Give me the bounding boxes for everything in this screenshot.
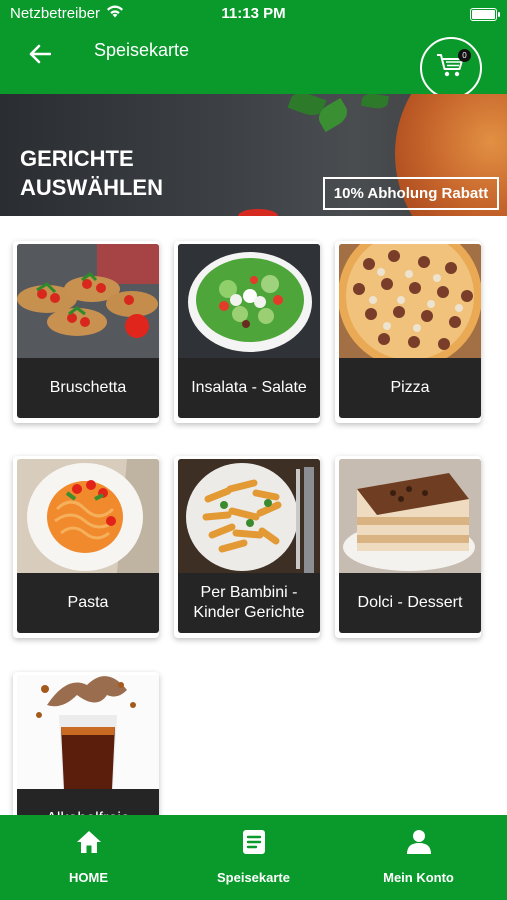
category-label: Per Bambini - Kinder Gerichte [178,573,320,633]
menu-list-icon [169,829,338,857]
tiramisu-image [339,459,481,573]
category-card-insalata[interactable]: Insalata - Salate [174,241,320,423]
app-bar: Speisekarte 0 [0,28,507,99]
nav-mein-konto-label: Mein Konto [383,870,454,885]
nav-speisekarte[interactable]: Speisekarte [169,815,338,900]
bruschetta-image [17,244,159,358]
nav-speisekarte-label: Speisekarte [217,870,290,885]
cart-count-badge: 0 [458,49,471,62]
arrow-left-icon [29,44,52,69]
user-icon [334,829,503,857]
promo-badge: 10% Abholung Rabatt [323,177,499,210]
salad-image [178,244,320,358]
banner-title: GERICHTE AUSWÄHLEN [20,146,163,200]
status-bar: Netzbetreiber 11:13 PM [0,0,507,28]
category-label: Insalata - Salate [178,358,320,418]
penne-image [178,459,320,573]
category-card-pizza[interactable]: Pizza [335,241,481,423]
hero-banner: GERICHTE AUSWÄHLEN 10% Abholung Rabatt [0,94,507,216]
soft-drink-image [17,675,159,789]
bottom-navigation: HOME Speisekarte Mein Konto [0,815,507,900]
category-label: Pizza [339,358,481,418]
category-label: Dolci - Dessert [339,573,481,633]
category-label: Pasta [17,573,159,633]
category-label: Bruschetta [17,358,159,418]
nav-home-label: HOME [69,870,108,885]
category-card-pasta[interactable]: Pasta [13,456,159,638]
pizza-image [339,244,481,358]
pasta-image [17,459,159,573]
category-card-bambini[interactable]: Per Bambini - Kinder Gerichte [174,456,320,638]
status-time: 11:13 PM [221,5,286,22]
back-button[interactable] [22,38,58,74]
cart-button[interactable]: 0 [420,37,482,99]
banner-herb-image [360,94,390,111]
category-card-bruschetta[interactable]: Bruschetta [13,241,159,423]
home-icon [4,829,173,857]
nav-mein-konto[interactable]: Mein Konto [334,815,503,900]
category-card-dolci[interactable]: Dolci - Dessert [335,456,481,638]
battery-icon [470,8,500,21]
banner-tomato-image [238,209,278,216]
page-title: Speisekarte [94,40,190,60]
nav-home[interactable]: HOME [4,815,173,900]
